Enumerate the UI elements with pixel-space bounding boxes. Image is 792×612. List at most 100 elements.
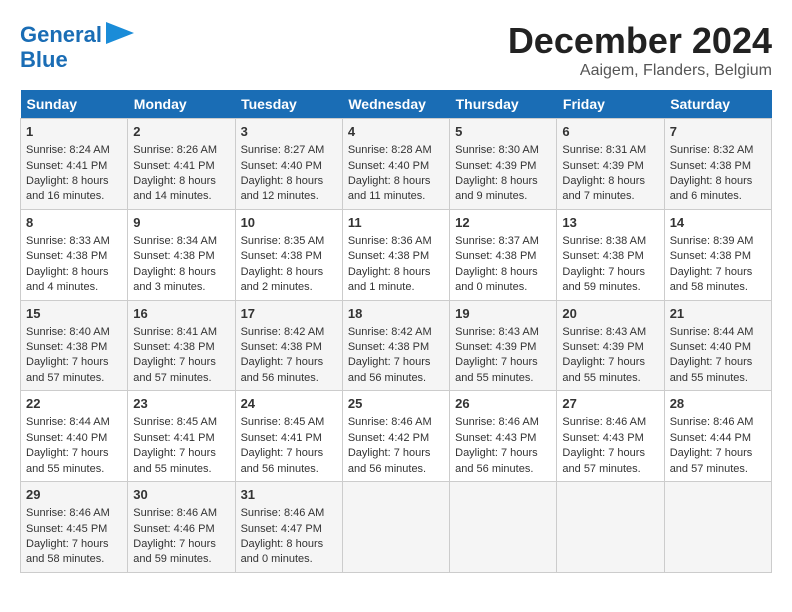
- day-info: Sunrise: 8:26 AM: [133, 143, 229, 158]
- day-info: Daylight: 7 hours and 57 minutes.: [133, 355, 229, 386]
- day-info: Sunrise: 8:42 AM: [241, 325, 337, 340]
- day-info: Daylight: 7 hours and 56 minutes.: [241, 355, 337, 386]
- day-number: 23: [133, 395, 229, 413]
- day-info: Sunrise: 8:37 AM: [455, 234, 551, 249]
- day-number: 14: [670, 214, 766, 232]
- day-info: Sunset: 4:44 PM: [670, 431, 766, 446]
- table-cell: [557, 482, 664, 573]
- day-info: Daylight: 7 hours and 59 minutes.: [562, 265, 658, 296]
- day-info: Sunset: 4:41 PM: [133, 159, 229, 174]
- col-monday: Monday: [128, 90, 235, 119]
- day-info: Sunrise: 8:27 AM: [241, 143, 337, 158]
- table-cell: 29Sunrise: 8:46 AMSunset: 4:45 PMDayligh…: [21, 482, 128, 573]
- day-info: Sunrise: 8:24 AM: [26, 143, 122, 158]
- day-info: Sunset: 4:47 PM: [241, 522, 337, 537]
- day-info: Sunrise: 8:45 AM: [133, 415, 229, 430]
- day-info: Daylight: 8 hours and 12 minutes.: [241, 174, 337, 205]
- day-number: 28: [670, 395, 766, 413]
- day-number: 11: [348, 214, 444, 232]
- day-number: 18: [348, 305, 444, 323]
- table-cell: 3Sunrise: 8:27 AMSunset: 4:40 PMDaylight…: [235, 119, 342, 210]
- day-info: Sunset: 4:38 PM: [562, 249, 658, 264]
- table-cell: 27Sunrise: 8:46 AMSunset: 4:43 PMDayligh…: [557, 391, 664, 482]
- day-info: Sunrise: 8:40 AM: [26, 325, 122, 340]
- day-info: Sunset: 4:38 PM: [348, 249, 444, 264]
- day-number: 15: [26, 305, 122, 323]
- day-info: Sunset: 4:38 PM: [670, 159, 766, 174]
- table-cell: 10Sunrise: 8:35 AMSunset: 4:38 PMDayligh…: [235, 209, 342, 300]
- table-cell: 26 Sunrise: 8:46 AMSunset: 4:43 PMDayligh…: [450, 391, 557, 482]
- day-info: Sunset: 4:43 PM: [562, 431, 658, 446]
- day-info: Sunset: 4:41 PM: [133, 431, 229, 446]
- day-info: Sunrise: 8:35 AM: [241, 234, 337, 249]
- col-sunday: Sunday: [21, 90, 128, 119]
- day-info: Sunset: 4:42 PM: [348, 431, 444, 446]
- day-info: Sunset: 4:43 PM: [455, 431, 551, 446]
- logo-arrow-icon: [106, 22, 134, 44]
- table-cell: 22Sunrise: 8:44 AMSunset: 4:40 PMDayligh…: [21, 391, 128, 482]
- day-info: Sunrise: 8:46 AM: [348, 415, 444, 430]
- day-info: Daylight: 8 hours and 9 minutes.: [455, 174, 551, 205]
- day-info: Daylight: 7 hours and 56 minutes.: [455, 446, 551, 477]
- day-info: Daylight: 7 hours and 58 minutes.: [26, 537, 122, 568]
- page-title: December 2024: [508, 20, 772, 62]
- day-number: 12: [455, 214, 551, 232]
- table-cell: 25Sunrise: 8:46 AMSunset: 4:42 PMDayligh…: [342, 391, 449, 482]
- day-number: 9: [133, 214, 229, 232]
- day-number: 26: [455, 395, 551, 413]
- day-info: Sunset: 4:41 PM: [26, 159, 122, 174]
- day-number: 13: [562, 214, 658, 232]
- table-cell: 19Sunrise: 8:43 AMSunset: 4:39 PMDayligh…: [450, 300, 557, 391]
- table-cell: 30 Sunrise: 8:46 AMSunset: 4:46 PMDayligh…: [128, 482, 235, 573]
- table-row: 15Sunrise: 8:40 AMSunset: 4:38 PMDayligh…: [21, 300, 772, 391]
- table-cell: 2Sunrise: 8:26 AMSunset: 4:41 PMDaylight…: [128, 119, 235, 210]
- day-info: Sunset: 4:45 PM: [26, 522, 122, 537]
- table-cell: 16Sunrise: 8:41 AMSunset: 4:38 PMDayligh…: [128, 300, 235, 391]
- day-info: Daylight: 7 hours and 56 minutes.: [241, 446, 337, 477]
- day-info: Sunrise: 8:46 AM: [133, 506, 229, 521]
- day-number: 16: [133, 305, 229, 323]
- day-info: Daylight: 7 hours and 55 minutes.: [455, 355, 551, 386]
- day-info: Sunset: 4:40 PM: [26, 431, 122, 446]
- day-info: Sunset: 4:38 PM: [241, 340, 337, 355]
- table-cell: 8Sunrise: 8:33 AMSunset: 4:38 PMDaylight…: [21, 209, 128, 300]
- table-cell: 12Sunrise: 8:37 AMSunset: 4:38 PMDayligh…: [450, 209, 557, 300]
- day-info: Daylight: 7 hours and 55 minutes.: [133, 446, 229, 477]
- day-info: Daylight: 7 hours and 59 minutes.: [133, 537, 229, 568]
- day-info: Sunrise: 8:38 AM: [562, 234, 658, 249]
- col-friday: Friday: [557, 90, 664, 119]
- table-cell: [450, 482, 557, 573]
- day-info: Daylight: 8 hours and 4 minutes.: [26, 265, 122, 296]
- day-number: 1: [26, 123, 122, 141]
- day-info: Daylight: 7 hours and 57 minutes.: [26, 355, 122, 386]
- day-number: 6: [562, 123, 658, 141]
- day-info: Sunset: 4:46 PM: [133, 522, 229, 537]
- page-subtitle: Aaigem, Flanders, Belgium: [508, 62, 772, 80]
- table-row: 22Sunrise: 8:44 AMSunset: 4:40 PMDayligh…: [21, 391, 772, 482]
- day-info: Daylight: 8 hours and 3 minutes.: [133, 265, 229, 296]
- day-info: Sunset: 4:39 PM: [562, 340, 658, 355]
- day-info: Sunset: 4:38 PM: [348, 340, 444, 355]
- day-info: Daylight: 7 hours and 57 minutes.: [562, 446, 658, 477]
- table-row: 8Sunrise: 8:33 AMSunset: 4:38 PMDaylight…: [21, 209, 772, 300]
- day-info: Sunset: 4:40 PM: [670, 340, 766, 355]
- day-number: 24: [241, 395, 337, 413]
- day-number: 31: [241, 486, 337, 504]
- day-number: 29: [26, 486, 122, 504]
- day-number: 3: [241, 123, 337, 141]
- table-cell: 31Sunrise: 8:46 AMSunset: 4:47 PMDayligh…: [235, 482, 342, 573]
- day-info: Sunrise: 8:43 AM: [455, 325, 551, 340]
- col-tuesday: Tuesday: [235, 90, 342, 119]
- day-info: Sunrise: 8:43 AM: [562, 325, 658, 340]
- day-info: Sunset: 4:38 PM: [670, 249, 766, 264]
- table-cell: 9Sunrise: 8:34 AMSunset: 4:38 PMDaylight…: [128, 209, 235, 300]
- day-info: Sunset: 4:38 PM: [241, 249, 337, 264]
- day-number: 30: [133, 486, 229, 504]
- day-info: Sunrise: 8:46 AM: [455, 415, 551, 430]
- table-cell: 17Sunrise: 8:42 AMSunset: 4:38 PMDayligh…: [235, 300, 342, 391]
- day-number: 21: [670, 305, 766, 323]
- day-info: Sunrise: 8:46 AM: [670, 415, 766, 430]
- day-info: Sunrise: 8:34 AM: [133, 234, 229, 249]
- day-info: Daylight: 8 hours and 1 minute.: [348, 265, 444, 296]
- day-info: Daylight: 8 hours and 0 minutes.: [455, 265, 551, 296]
